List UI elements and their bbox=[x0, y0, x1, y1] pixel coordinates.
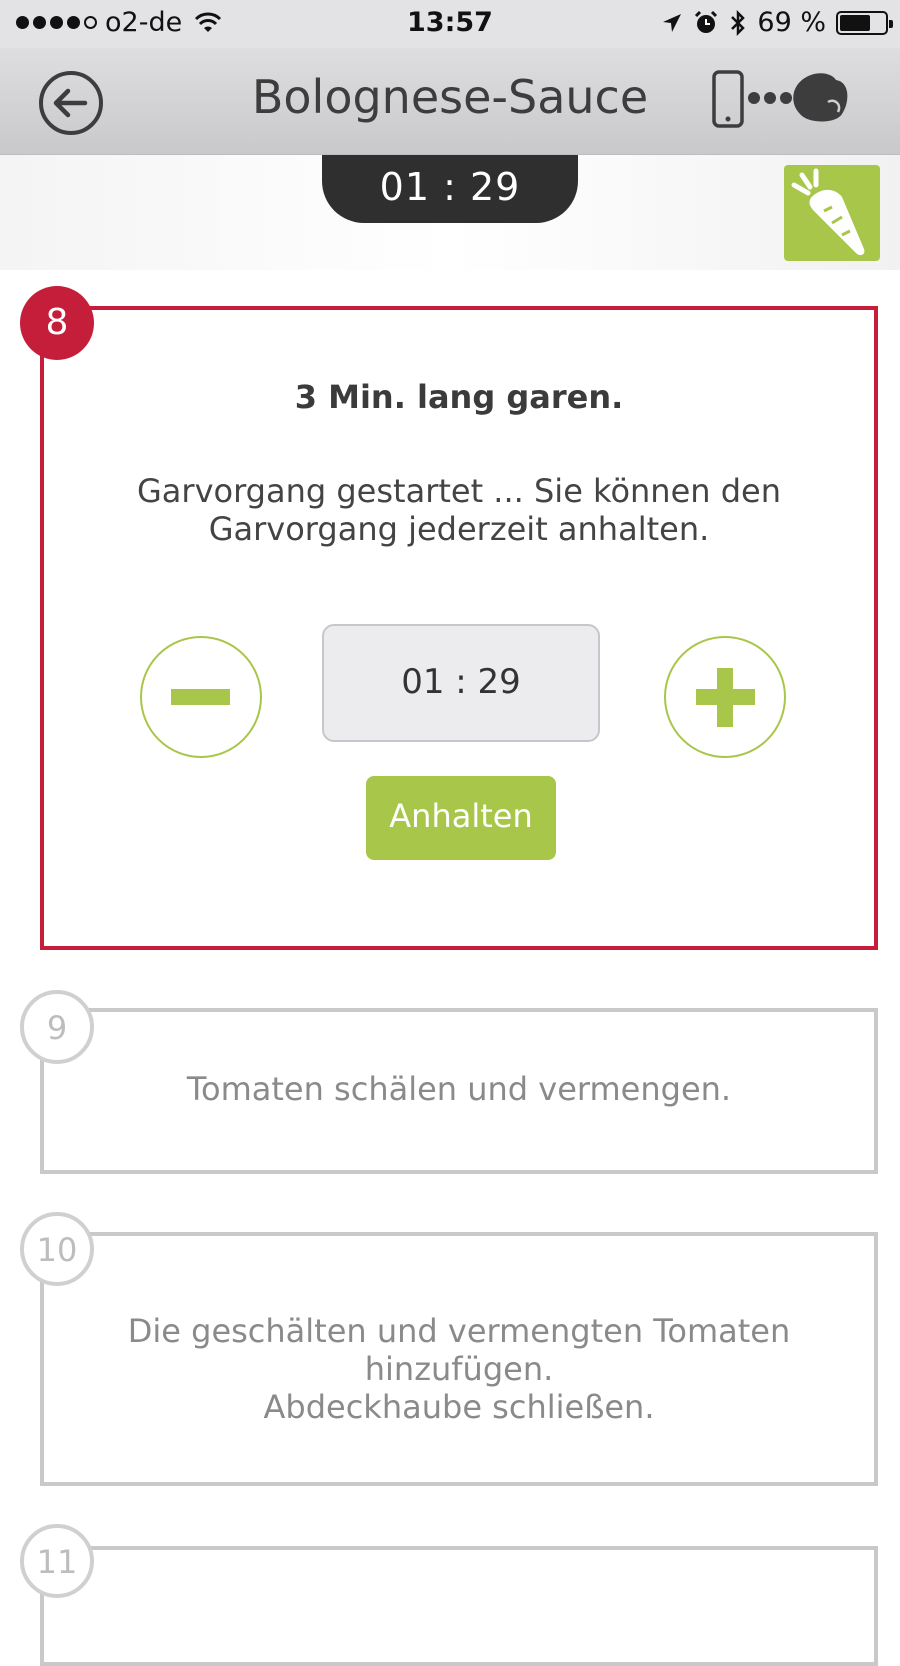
step-number-badge: 11 bbox=[20, 1524, 94, 1598]
step-description: Die geschälten und vermengten Tomaten hi… bbox=[127, 1312, 791, 1426]
step-description: Garvorgang gestartet ... Sie können den … bbox=[137, 472, 781, 548]
app-header: Bolognese-Sauce bbox=[0, 48, 900, 155]
phone-to-cooker-connection-icon[interactable] bbox=[710, 68, 860, 142]
cooking-time-field[interactable]: 01 : 29 bbox=[322, 624, 600, 742]
battery-percentage: 69 % bbox=[757, 7, 826, 38]
carrot-icon bbox=[791, 168, 865, 256]
step-number-badge: 10 bbox=[20, 1212, 94, 1286]
step-number-badge: 8 bbox=[20, 286, 94, 360]
remaining-time-display: 01 : 29 bbox=[322, 155, 578, 223]
plus-icon bbox=[696, 668, 755, 727]
battery-level-fill bbox=[840, 14, 871, 31]
battery-icon bbox=[836, 10, 893, 35]
vegetable-mode-button[interactable] bbox=[784, 165, 880, 261]
step-card[interactable]: Tomaten schälen und vermengen. bbox=[40, 1008, 878, 1174]
step-number-badge: 9 bbox=[20, 990, 94, 1064]
status-right: 69 % bbox=[661, 7, 893, 38]
decrease-time-button[interactable] bbox=[140, 636, 262, 758]
minus-icon bbox=[171, 689, 230, 705]
stop-button[interactable]: Anhalten bbox=[366, 776, 556, 860]
alarm-clock-icon bbox=[695, 10, 718, 33]
step-card[interactable]: Die geschälten und vermengten Tomaten hi… bbox=[40, 1232, 878, 1486]
bluetooth-icon bbox=[731, 9, 746, 36]
step-heading: 3 Min. lang garen. bbox=[294, 378, 624, 416]
timer-bar: 01 : 29 bbox=[0, 155, 900, 270]
step-card-active: 3 Min. lang garen. Garvorgang gestartet … bbox=[40, 306, 878, 950]
increase-time-button[interactable] bbox=[664, 636, 786, 758]
step-description: Tomaten schälen und vermengen. bbox=[186, 1070, 732, 1108]
location-arrow-icon bbox=[663, 13, 682, 32]
step-card[interactable] bbox=[40, 1546, 878, 1666]
status-bar: o2-de 13:57 69 % bbox=[0, 0, 900, 48]
